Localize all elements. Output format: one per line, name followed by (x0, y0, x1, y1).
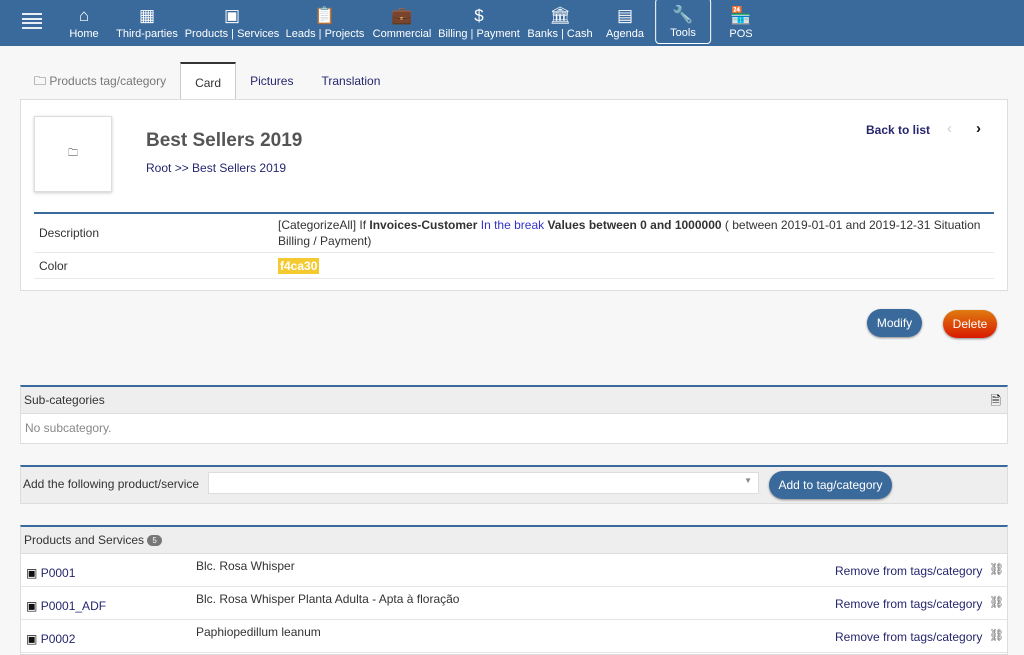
unlink-icon[interactable]: ⛓ (989, 595, 1004, 609)
add-to-category-button[interactable]: Add to tag/category (769, 471, 892, 499)
nav-tools[interactable]: 🔧 Tools (655, 0, 711, 44)
product-icon: ▣ (26, 566, 38, 580)
products-title: Products and Services (24, 533, 145, 547)
breadcrumb: Root >> Best Sellers 2019 (146, 161, 286, 175)
nav-pos[interactable]: 🏪 POS (729, 0, 752, 46)
bank-icon: 🏛 (549, 6, 571, 25)
product-select[interactable]: ▼ (208, 472, 759, 494)
category-thumbnail: 🗀 (34, 116, 112, 192)
building-icon: ▦ (138, 6, 156, 25)
desc-text: [CategorizeAll] If (278, 218, 370, 232)
count-badge: 5 (147, 535, 162, 547)
tab-pictures[interactable]: Pictures (236, 62, 307, 100)
nav-home[interactable]: ⌂ Home (69, 0, 98, 46)
nav-label: Home (69, 28, 99, 40)
color-row: Color f4ca30 (34, 253, 994, 279)
color-label: Color (39, 258, 68, 273)
wrench-icon: 🔧 (672, 5, 694, 24)
nav-banks-cash[interactable]: 🏛 Banks | Cash (527, 0, 592, 46)
products-panel: Products and Services 5 ▣ P0001 Blc. Rosa… (20, 525, 1008, 655)
breadcrumb-root[interactable]: Root (146, 161, 171, 175)
nav-label: Leads | Projects (285, 28, 365, 40)
product-ref-link[interactable]: P0001 (41, 566, 76, 580)
category-card: 🗀 Best Sellers 2019 Root >> Best Sellers… (20, 99, 1008, 291)
tab-card[interactable]: Card (180, 62, 237, 100)
nav-products-services[interactable]: ▣ Products | Services (185, 0, 280, 46)
previous-icon[interactable]: ‹ (947, 120, 952, 137)
desc-bold: Values between 0 and 1000000 (547, 218, 722, 232)
nav-third-parties[interactable]: ▦ Third-parties (116, 0, 178, 46)
nav-label: Products | Services (184, 28, 280, 40)
unlink-icon[interactable]: ⛓ (989, 628, 1004, 642)
desc-bold: Invoices-Customer (369, 218, 478, 232)
menu-icon[interactable] (22, 13, 42, 29)
page-title: Best Sellers 2019 (146, 130, 303, 151)
nav-label: Banks | Cash (527, 28, 593, 40)
description-value: [CategorizeAll] If Invoices-Customer In … (278, 214, 994, 252)
properties-table: Description [CategorizeAll] If Invoices-… (34, 212, 994, 279)
nav-label: POS (729, 28, 753, 40)
next-icon[interactable]: › (976, 120, 981, 137)
description-row: Description [CategorizeAll] If Invoices-… (34, 214, 994, 253)
image-icon: ▣ (223, 6, 241, 25)
empty-message: No subcategory. (25, 421, 112, 435)
dollar-icon: $ (474, 6, 484, 25)
store-icon: 🏪 (730, 6, 752, 25)
nav-label: Billing | Payment (438, 28, 520, 40)
nav-label: Tools (670, 27, 696, 39)
color-swatch: f4ca30 (278, 257, 320, 274)
nav-leads-projects[interactable]: 📋 Leads | Projects (286, 0, 365, 46)
nav-label: Third-parties (116, 28, 178, 40)
add-product-label: Add the following product/service (23, 477, 200, 491)
table-row: ▣ P0001 Blc. Rosa Whisper Remove from tags… (21, 554, 1007, 587)
tab-products-tag-category[interactable]: 🗀 Products tag/category (20, 62, 180, 100)
briefcase-icon: 💼 (391, 6, 413, 25)
breadcrumb-current[interactable]: Best Sellers 2019 (192, 161, 286, 175)
unlink-icon[interactable]: ⛓ (989, 562, 1004, 576)
home-icon: ⌂ (78, 6, 90, 25)
remove-from-category-link[interactable]: Remove from tags/category (835, 630, 982, 644)
subcategories-panel: Sub-categories 🗎 No subcategory. (20, 385, 1008, 444)
calendar-icon: ▤ (616, 6, 634, 25)
nav-label: Agenda (606, 28, 644, 40)
description-label: Description (39, 226, 100, 240)
tab-translation[interactable]: Translation (307, 62, 394, 100)
nav-label: Commercial (372, 28, 432, 40)
table-row: ▣ P0001_ADF Blc. Rosa Whisper Planta Adul… (21, 587, 1007, 620)
nav-billing-payment[interactable]: $ Billing | Payment (438, 0, 520, 46)
product-icon: ▣ (26, 599, 38, 613)
clipboard-icon: 📋 (314, 6, 336, 25)
back-to-list-link[interactable]: Back to list (866, 123, 930, 137)
product-ref-link[interactable]: P0001_ADF (41, 599, 106, 613)
table-row: ▣ P0002 Paphiopedillum leanum Remove from … (21, 620, 1007, 653)
delete-button[interactable]: Delete (943, 310, 997, 338)
desc-mode: In the break (477, 218, 548, 232)
remove-from-category-link[interactable]: Remove from tags/category (835, 564, 982, 578)
modify-button[interactable]: Modify (867, 309, 922, 337)
folder-icon: 🗀 (68, 147, 78, 159)
chevron-down-icon: ▼ (744, 476, 752, 485)
remove-from-category-link[interactable]: Remove from tags/category (835, 597, 982, 611)
nav-agenda[interactable]: ▤ Agenda (606, 0, 644, 46)
folder-icon: 🗀 (34, 74, 47, 88)
subcategories-title: Sub-categories (24, 393, 105, 407)
add-product-form: Add the following product/service ▼ Add … (20, 465, 1008, 504)
tab-label: Products tag/category (49, 74, 167, 88)
breadcrumb-separator: >> (171, 161, 193, 175)
new-file-icon[interactable]: 🗎 (991, 387, 1001, 414)
nav-commercial[interactable]: 💼 Commercial (373, 0, 432, 46)
tab-bar: 🗀 Products tag/category Card Pictures Tr… (20, 62, 394, 100)
